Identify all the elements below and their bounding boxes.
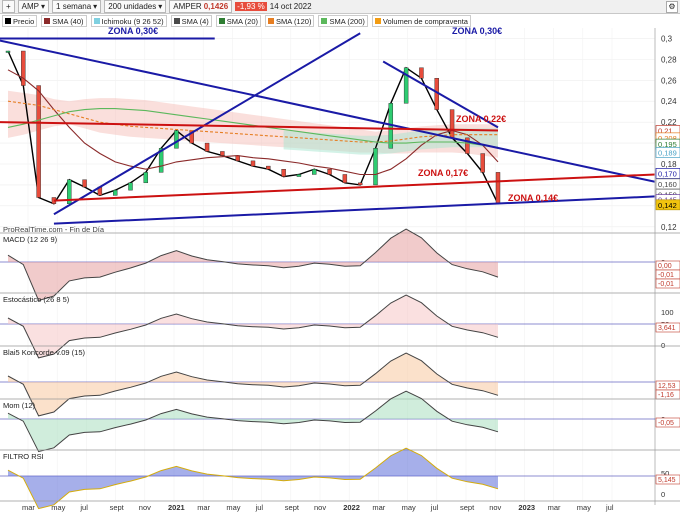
price-candle: [82, 179, 87, 188]
panel-tag-label: 12,53: [658, 383, 676, 390]
time-axis: mar may jul sept nov 2021 mar may jul sept nov 2022…: [0, 500, 680, 512]
panel-tag-label: 0,00: [658, 263, 672, 270]
panel-label-mom: Mom (12): [3, 401, 36, 410]
price-candle: [21, 50, 26, 86]
zona-030-right-label: ZONA 0,30€: [452, 26, 502, 36]
price-tag-label: 0,160: [658, 180, 677, 189]
zona-022-label: ZONA 0,22€: [456, 114, 506, 124]
panel-tick-label: 100: [661, 308, 674, 317]
time-tick-label: jul: [79, 503, 88, 512]
price-candle: [5, 50, 11, 53]
time-tick-label: may: [226, 503, 240, 512]
price-candle: [250, 160, 256, 167]
time-tick-label: jul: [430, 503, 439, 512]
price-candle: [373, 148, 378, 186]
price-candle: [128, 182, 133, 191]
price-candle: [342, 174, 348, 184]
time-tick-label: jul: [255, 503, 264, 512]
price-tick-label: 0,28: [661, 55, 677, 64]
price-tick-label: 0,24: [661, 97, 677, 106]
price-candle: [112, 189, 118, 196]
price-candle: [327, 169, 332, 175]
price-candle: [281, 169, 286, 177]
price-candle: [235, 155, 240, 162]
indicator-panels: MACD (12 26 9) 0 0,00 -0,01 -0,01 Estocástico…: [0, 228, 680, 510]
time-tick-label: nov: [489, 503, 501, 512]
price-candle: [419, 67, 424, 79]
price-tag-label: 0,189: [658, 148, 677, 157]
price-candle: [36, 85, 41, 198]
time-tick-label: 2022: [343, 503, 360, 512]
time-tick-label: 2021: [168, 503, 185, 512]
panel-tag-label: -0,05: [658, 420, 674, 427]
panel-tag-label: -1,16: [658, 392, 674, 399]
time-tick-label: may: [51, 503, 65, 512]
panel-tag-label: 5,145: [658, 477, 676, 484]
time-tick-label: may: [577, 503, 591, 512]
panel-label-stoch: Estocástico (26 8 5): [3, 295, 70, 304]
panel-tick-label: 0: [661, 490, 665, 499]
time-tick-label: mar: [22, 503, 35, 512]
time-tick-label: sept: [460, 503, 475, 512]
time-tick-label: mar: [197, 503, 210, 512]
trendline-soporte[interactable]: [53, 195, 656, 225]
zona-014-label: ZONA 0,14€: [508, 193, 558, 203]
panel-label-blai: Blai5 Koncorde v.09 (15): [3, 348, 85, 357]
price-tag-label: 0,170: [658, 169, 677, 178]
panel-tag-label: -0,01: [658, 281, 674, 288]
panel-tag-label: -0,01: [658, 272, 674, 279]
price-candle: [204, 142, 210, 152]
price-tick-label: 0,3: [661, 34, 673, 43]
price-tick-label: 0,26: [661, 76, 677, 85]
time-tick-label: nov: [314, 503, 326, 512]
panel-label-macd: MACD (12 26 9): [3, 235, 58, 244]
price-candle: [449, 109, 455, 139]
time-tick-label: jul: [605, 503, 614, 512]
price-candle: [266, 165, 271, 170]
price-candle: [174, 130, 179, 149]
panel-tag-label: 3,641: [658, 325, 676, 332]
price-candle: [357, 182, 363, 186]
zona-017-label: ZONA 0,17€: [418, 168, 468, 178]
panel-label-rsi: FILTRO RSI: [3, 452, 44, 461]
time-tick-label: mar: [372, 503, 385, 512]
price-tag-label: 0,142: [658, 201, 677, 210]
time-tick-label: sept: [110, 503, 125, 512]
panel-tick-label: 0: [661, 341, 665, 350]
price-candle: [143, 172, 149, 184]
time-tick-label: nov: [139, 503, 151, 512]
price-tick-label: 0,12: [661, 223, 677, 232]
price-candle: [495, 172, 501, 204]
price-candle: [220, 151, 225, 156]
price-candle: [296, 174, 302, 177]
zona-030-left-label: ZONA 0,30€: [108, 26, 158, 36]
time-tick-label: mar: [548, 503, 561, 512]
price-candle: [312, 169, 317, 175]
chart-canvas[interactable]: ZONA 0,30€ ZONA 0,30€ ZONA 0,22€ ZONA 0,…: [0, 0, 680, 512]
price-tick-label: 0,18: [661, 160, 677, 169]
time-tick-label: sept: [285, 503, 300, 512]
price-candle: [480, 153, 485, 173]
time-tick-label: may: [402, 503, 416, 512]
time-tick-label: 2023: [518, 503, 535, 512]
